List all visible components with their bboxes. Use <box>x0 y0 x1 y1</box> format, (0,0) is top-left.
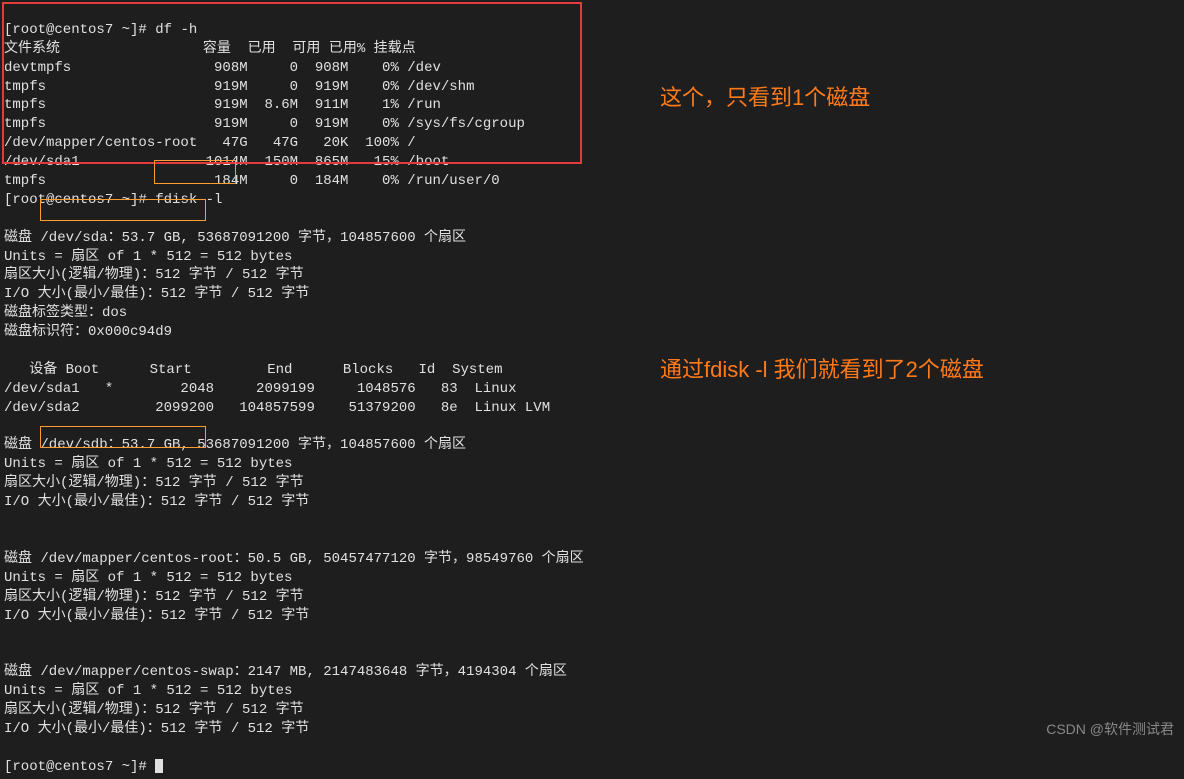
annotation-two-disks: 通过fdisk -l 我们就看到了2个磁盘 <box>660 352 984 384</box>
df-row: tmpfs 919M 0 919M 0% /sys/fs/cgroup <box>4 116 525 132</box>
label-type: 磁盘标签类型：dos <box>4 305 127 321</box>
sector-size: 扇区大小(逻辑/物理)：512 字节 / 512 字节 <box>4 589 304 605</box>
units-line: Units = 扇区 of 1 * 512 = 512 bytes <box>4 249 292 265</box>
prompt: [root@centos7 ~]# <box>4 22 155 38</box>
cursor[interactable] <box>155 759 163 773</box>
sector-size: 扇区大小(逻辑/物理)：512 字节 / 512 字节 <box>4 267 304 283</box>
partition-row: /dev/sda2 2099200 104857599 51379200 8e … <box>4 400 550 416</box>
disk-sdb: 磁盘 /dev/sdb：53.7 GB, 53687091200 字节，1048… <box>4 437 466 453</box>
partition-header: 设备 Boot Start End Blocks Id System <box>4 362 502 378</box>
df-row: tmpfs 919M 0 919M 0% /dev/shm <box>4 79 474 95</box>
df-row: tmpfs 919M 8.6M 911M 1% /run <box>4 97 441 113</box>
partition-row: /dev/sda1 * 2048 2099199 1048576 83 Linu… <box>4 381 516 397</box>
disk-identifier: 磁盘标识符：0x000c94d9 <box>4 324 172 340</box>
command-fdisk: fdisk -l <box>155 192 222 208</box>
annotation-one-disk: 这个，只看到1个磁盘 <box>660 80 870 112</box>
io-size: I/O 大小(最小/最佳)：512 字节 / 512 字节 <box>4 494 309 510</box>
io-size: I/O 大小(最小/最佳)：512 字节 / 512 字节 <box>4 721 309 737</box>
watermark: CSDN @软件测试君 <box>1046 719 1174 739</box>
sector-size: 扇区大小(逻辑/物理)：512 字节 / 512 字节 <box>4 702 304 718</box>
prompt: [root@centos7 ~]# <box>4 192 155 208</box>
disk-sda: 磁盘 /dev/sda：53.7 GB, 53687091200 字节，1048… <box>4 230 466 246</box>
terminal-output: [root@centos7 ~]# df -h 文件系统 容量 已用 可用 已用… <box>0 0 1184 779</box>
df-row: /dev/sda1 1014M 150M 865M 15% /boot <box>4 154 449 170</box>
units-line: Units = 扇区 of 1 * 512 = 512 bytes <box>4 683 292 699</box>
io-size: I/O 大小(最小/最佳)：512 字节 / 512 字节 <box>4 608 309 624</box>
disk-mapper-root: 磁盘 /dev/mapper/centos-root：50.5 GB, 5045… <box>4 551 584 567</box>
df-row: devtmpfs 908M 0 908M 0% /dev <box>4 60 441 76</box>
df-row: tmpfs 184M 0 184M 0% /run/user/0 <box>4 173 500 189</box>
command-df: df -h <box>155 22 197 38</box>
units-line: Units = 扇区 of 1 * 512 = 512 bytes <box>4 570 292 586</box>
df-row: /dev/mapper/centos-root 47G 47G 20K 100%… <box>4 135 416 151</box>
sector-size: 扇区大小(逻辑/物理)：512 字节 / 512 字节 <box>4 475 304 491</box>
units-line: Units = 扇区 of 1 * 512 = 512 bytes <box>4 456 292 472</box>
io-size: I/O 大小(最小/最佳)：512 字节 / 512 字节 <box>4 286 309 302</box>
prompt: [root@centos7 ~]# <box>4 759 155 775</box>
df-header: 文件系统 容量 已用 可用 已用% 挂载点 <box>4 41 416 57</box>
disk-mapper-swap: 磁盘 /dev/mapper/centos-swap：2147 MB, 2147… <box>4 664 567 680</box>
